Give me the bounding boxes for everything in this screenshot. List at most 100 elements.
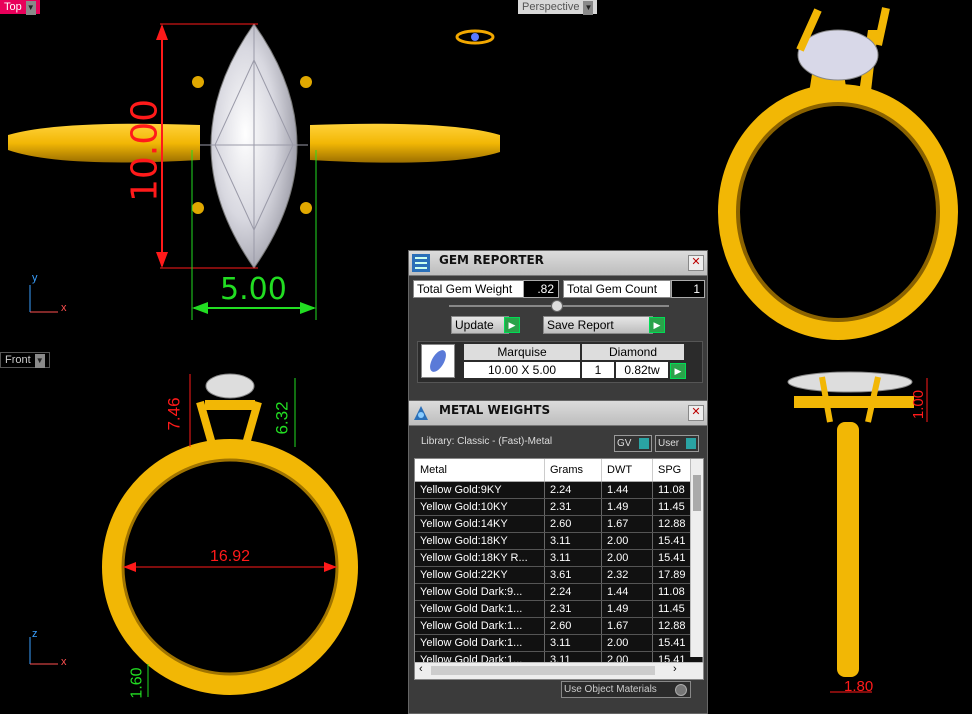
- gem-count: 1: [582, 362, 614, 378]
- dimension-front-height-a: 7.46: [164, 397, 184, 431]
- table-cell: 2.31: [545, 601, 602, 617]
- metal-weights-panel: METAL WEIGHTS ✕ Library: Classic - (Fast…: [408, 400, 708, 714]
- table-cell: 2.60: [545, 516, 602, 532]
- total-gem-count-value: 1: [671, 280, 705, 298]
- table-cell: 1.49: [602, 499, 653, 515]
- table-cell: 3.11: [545, 635, 602, 651]
- update-button[interactable]: Update: [451, 316, 509, 334]
- dimension-top-length: 10.00: [124, 98, 166, 203]
- library-label: Library: Classic - (Fast)-Metal: [421, 436, 553, 447]
- table-cell: Yellow Gold Dark:9...: [415, 584, 545, 600]
- user-toggle[interactable]: User: [655, 435, 699, 452]
- chevron-down-icon[interactable]: ▼: [34, 354, 45, 368]
- table-cell: 2.60: [545, 618, 602, 634]
- gv-toggle[interactable]: GV: [614, 435, 652, 452]
- user-switch-icon: [686, 438, 696, 449]
- table-cell: Yellow Gold Dark:1...: [415, 601, 545, 617]
- table-row[interactable]: Yellow Gold Dark:1... 2.31 1.49 11.45: [415, 601, 703, 618]
- table-cell: Yellow Gold:22KY: [415, 567, 545, 583]
- side-view-render: [787, 371, 928, 693]
- dimension-side-width: 1.80: [844, 678, 874, 695]
- scroll-thumb-horizontal[interactable]: [431, 666, 655, 675]
- gem-detail-arrow-icon[interactable]: ▶: [670, 363, 686, 379]
- table-row[interactable]: Yellow Gold Dark:1... 2.60 1.67 12.88: [415, 618, 703, 635]
- dimension-front-height-b: 6.32: [272, 401, 292, 435]
- horizontal-scrollbar[interactable]: ‹ ›: [415, 662, 703, 679]
- gem-weight: 0.82tw: [616, 362, 668, 378]
- dimension-front-inner: 16.92: [210, 548, 251, 565]
- gem-material: Diamond: [582, 344, 684, 360]
- close-icon[interactable]: ✕: [688, 405, 704, 421]
- radio-icon: [675, 684, 687, 696]
- table-cell: 1.49: [602, 601, 653, 617]
- table-row[interactable]: Yellow Gold:22KY 3.61 2.32 17.89: [415, 567, 703, 584]
- table-cell: 2.00: [602, 635, 653, 651]
- table-cell: Yellow Gold Dark:1...: [415, 635, 545, 651]
- axis-x-label: x: [61, 302, 67, 314]
- metal-weights-icon: [414, 406, 428, 420]
- column-header-metal[interactable]: Metal: [415, 459, 545, 481]
- viewport-right[interactable]: 1.00 1.80: [712, 352, 972, 712]
- table-cell: Yellow Gold:14KY: [415, 516, 545, 532]
- table-body: Yellow Gold:9KY 2.24 1.44 11.08 Yellow Gold:…: [415, 482, 703, 669]
- axis-x-label-front: x: [61, 656, 67, 668]
- gv-label: GV: [617, 438, 632, 449]
- table-cell: 2.24: [545, 482, 602, 498]
- viewport-tab-front[interactable]: Front ▼: [0, 352, 50, 368]
- scroll-thumb[interactable]: [693, 475, 701, 511]
- scroll-left-icon[interactable]: ‹: [419, 663, 423, 675]
- vertical-scrollbar[interactable]: [690, 459, 703, 657]
- chevron-down-icon[interactable]: ▼: [25, 1, 36, 15]
- table-cell: 1.67: [602, 516, 653, 532]
- metal-weights-table[interactable]: Metal Grams DWT SPG Yellow Gold:9KY 2.24 1…: [414, 458, 704, 680]
- table-cell: 2.00: [602, 533, 653, 549]
- table-row[interactable]: Yellow Gold Dark:9... 2.24 1.44 11.08: [415, 584, 703, 601]
- use-object-materials-label: Use Object Materials: [564, 684, 657, 695]
- gem-size: 10.00 X 5.00: [464, 362, 580, 378]
- viewport-tab-top[interactable]: Top ▼: [0, 0, 40, 15]
- metal-weights-title: METAL WEIGHTS: [439, 403, 551, 417]
- table-row[interactable]: Yellow Gold:10KY 2.31 1.49 11.45: [415, 499, 703, 516]
- viewport-tab-perspective[interactable]: Perspective ▼: [518, 0, 598, 15]
- close-icon[interactable]: ✕: [688, 255, 704, 271]
- total-gem-weight-label: Total Gem Weight: [413, 280, 525, 298]
- use-object-materials-toggle[interactable]: Use Object Materials: [561, 681, 691, 698]
- column-header-grams[interactable]: Grams: [545, 459, 602, 481]
- gem-reporter-icon: [412, 254, 430, 272]
- gem-reporter-titlebar[interactable]: GEM REPORTER ✕: [409, 251, 707, 276]
- viewport-label-front: Front: [5, 354, 31, 366]
- table-row[interactable]: Yellow Gold:18KY 3.11 2.00 15.41: [415, 533, 703, 550]
- table-row[interactable]: Yellow Gold:14KY 2.60 1.67 12.88: [415, 516, 703, 533]
- table-cell: 3.11: [545, 533, 602, 549]
- save-report-button[interactable]: Save Report: [543, 316, 653, 334]
- table-row[interactable]: Yellow Gold:9KY 2.24 1.44 11.08: [415, 482, 703, 499]
- viewport-front[interactable]: Front ▼ 7.46 6.32 16.92 1.60 z x: [0, 352, 408, 712]
- gv-switch-icon: [639, 438, 649, 449]
- table-cell: 1.44: [602, 584, 653, 600]
- table-cell: 2.31: [545, 499, 602, 515]
- table-cell: 2.32: [602, 567, 653, 583]
- table-cell: 3.11: [545, 550, 602, 566]
- table-cell: Yellow Gold:18KY R...: [415, 550, 545, 566]
- table-cell: 1.44: [602, 482, 653, 498]
- table-row[interactable]: Yellow Gold Dark:1... 3.11 2.00 15.41: [415, 635, 703, 652]
- update-arrow-icon[interactable]: ▶: [504, 317, 520, 333]
- save-report-arrow-icon[interactable]: ▶: [649, 317, 665, 333]
- splitter-handle[interactable]: [551, 300, 563, 312]
- table-cell: 2.00: [602, 550, 653, 566]
- metal-weights-titlebar[interactable]: METAL WEIGHTS ✕: [409, 401, 707, 426]
- marquise-gem-icon: [421, 344, 455, 378]
- column-header-dwt[interactable]: DWT: [602, 459, 653, 481]
- table-cell: 3.61: [545, 567, 602, 583]
- user-label: User: [658, 438, 680, 449]
- table-row[interactable]: Yellow Gold:18KY R... 3.11 2.00 15.41: [415, 550, 703, 567]
- gem-shape: Marquise: [464, 344, 580, 360]
- table-cell: Yellow Gold:18KY: [415, 533, 545, 549]
- scroll-right-icon[interactable]: ›: [673, 663, 677, 675]
- total-gem-count-label: Total Gem Count: [563, 280, 671, 298]
- table-header: Metal Grams DWT SPG: [415, 459, 703, 482]
- gem-row[interactable]: Marquise Diamond 10.00 X 5.00 1 0.82tw ▶: [417, 341, 703, 383]
- chevron-down-icon[interactable]: ▼: [583, 1, 594, 15]
- gem-reporter-title: GEM REPORTER: [439, 253, 544, 267]
- axis-y-label: y: [32, 272, 38, 284]
